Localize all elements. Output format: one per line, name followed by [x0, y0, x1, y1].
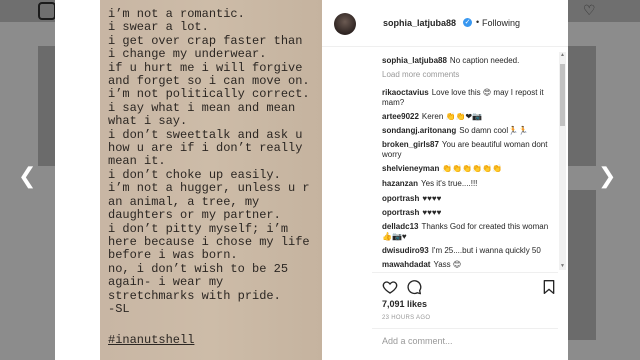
likes-count[interactable]: 7,091 likes — [382, 299, 427, 309]
comment-item: mawahdadat Yass 😊 — [382, 260, 554, 270]
caption-text: No caption needed. — [449, 56, 520, 65]
previous-post-chevron-left-icon[interactable]: ❮ — [18, 166, 36, 188]
comment-username[interactable]: sondangj.aritonang — [382, 126, 456, 135]
save-bookmark-icon[interactable] — [541, 279, 557, 295]
comment-item: broken_girls87 You are beautiful woman do… — [382, 140, 554, 160]
comment-username[interactable]: mawahdadat — [382, 260, 430, 269]
divider — [372, 328, 558, 329]
load-more-comments-link[interactable]: Load more comments — [382, 70, 459, 79]
background-thumbnail — [568, 46, 596, 166]
comment-username[interactable]: oportrash — [382, 208, 419, 217]
comment-item: dwisudiro93 I'm 25....but i wanna quickly… — [382, 246, 554, 256]
comment-text: Yass 😊 — [433, 260, 462, 269]
comment-item: oportrash ♥♥♥♥ — [382, 194, 554, 204]
comment-text: So damn cool🏃🏃 — [459, 126, 529, 135]
scrollbar-thumb[interactable] — [560, 64, 565, 126]
comment-item: delladc13 Thanks God for created this wom… — [382, 222, 554, 242]
caption-username[interactable]: sophia_latjuba88 — [382, 56, 447, 65]
comment-text: ♥♥♥♥ — [422, 208, 442, 217]
scroll-up-arrow-icon[interactable]: ▲ — [559, 52, 566, 59]
comment-username[interactable]: delladc13 — [382, 222, 418, 231]
next-post-chevron-right-icon[interactable]: ❯ — [598, 166, 616, 188]
comment-text: Yes it's true....!!! — [421, 179, 478, 188]
comments-scrollbar[interactable]: ▲ ▼ — [559, 52, 566, 270]
comment-item: hazanzan Yes it's true....!!! — [382, 179, 554, 189]
background-thumbnail — [38, 46, 55, 166]
comment-text: 👏👏👏👏👏👏 — [442, 164, 503, 173]
comment-username[interactable]: broken_girls87 — [382, 140, 439, 149]
header-separator: • — [476, 17, 480, 27]
avatar[interactable] — [334, 13, 356, 35]
comment-username[interactable]: shelvieneyman — [382, 164, 439, 173]
comment-text: I'm 25....but i wanna quickly 50 — [431, 246, 541, 255]
post-header: sophia_latjuba88 ✓ • Following — [322, 0, 568, 47]
comment-username[interactable]: hazanzan — [382, 179, 418, 188]
comment-item: rikaoctavius Love love this 😍 may I repos… — [382, 88, 554, 108]
post-details-panel: sophia_latjuba88 ✓ • Following sophia_la… — [322, 0, 568, 360]
comment-text: ♥♥♥♥ — [422, 194, 442, 203]
post-modal: i’m not a romantic. i swear a lot. i get… — [55, 0, 568, 360]
post-image-text: i’m not a romantic. i swear a lot. i get… — [108, 7, 310, 316]
comments-list[interactable]: sophia_latjuba88 No caption needed. Load … — [382, 52, 554, 270]
comment-username[interactable]: dwisudiro93 — [382, 246, 429, 255]
comment-username[interactable]: oportrash — [382, 194, 419, 203]
comment-item: shelvieneyman 👏👏👏👏👏👏 — [382, 164, 554, 174]
heart-outline-icon: ♡ — [583, 2, 596, 18]
comment-item: oportrash ♥♥♥♥ — [382, 208, 554, 218]
divider — [372, 272, 558, 273]
post-image: i’m not a romantic. i swear a lot. i get… — [100, 0, 322, 360]
comment-bubble-icon[interactable] — [406, 279, 422, 295]
comment-text: Keren 👏👏❤📷 — [421, 112, 483, 121]
following-button[interactable]: Following — [482, 18, 520, 28]
caption: sophia_latjuba88 No caption needed. — [382, 56, 554, 66]
comment-item: sondangj.aritonang So damn cool🏃🏃 — [382, 126, 554, 136]
verified-badge-icon: ✓ — [463, 18, 472, 27]
add-comment-input[interactable] — [382, 336, 554, 346]
post-hashtag: #inanutshell — [108, 333, 195, 347]
header-username[interactable]: sophia_latjuba88 — [383, 18, 456, 28]
comment-item: artee9022 Keren 👏👏❤📷 — [382, 112, 554, 122]
scroll-down-arrow-icon[interactable]: ▼ — [559, 263, 566, 270]
comment-username[interactable]: artee9022 — [382, 112, 419, 121]
instagram-logo-icon — [38, 2, 56, 20]
post-timestamp[interactable]: 23 HOURS AGO — [382, 315, 430, 321]
background-thumbnail — [568, 190, 596, 340]
like-heart-icon[interactable] — [382, 279, 398, 295]
comment-username[interactable]: rikaoctavius — [382, 88, 429, 97]
